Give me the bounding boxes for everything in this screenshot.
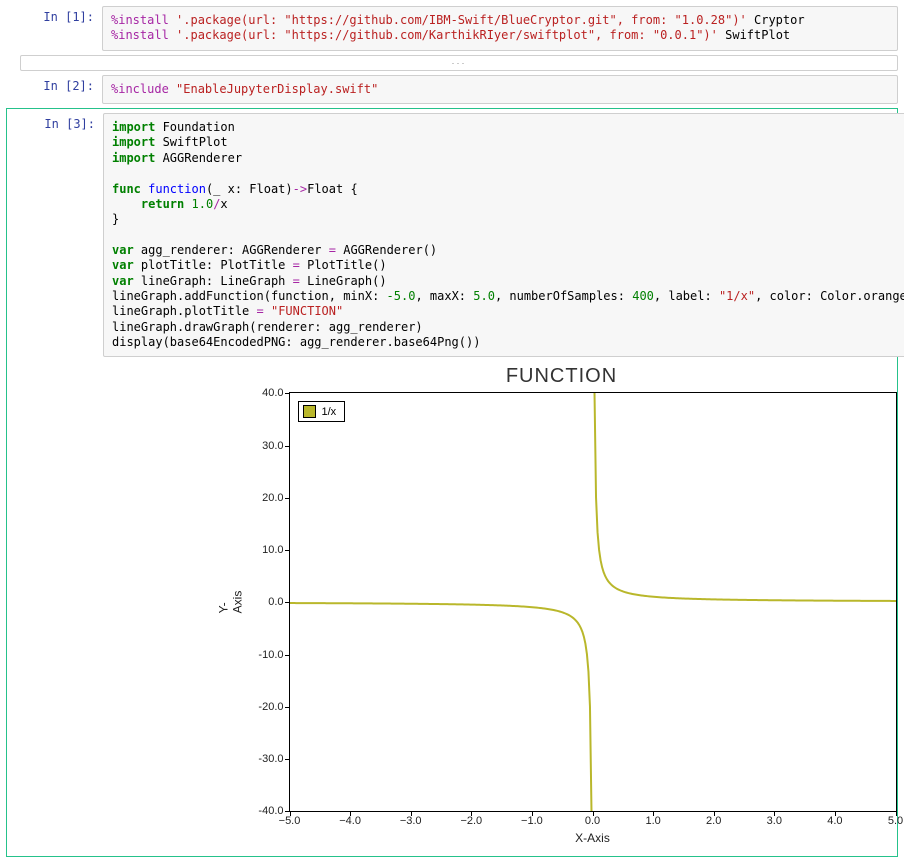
y-tick-label: -20.0 <box>258 701 289 713</box>
var-decl: plotTitle: PlotTitle <box>134 258 293 272</box>
code-cell-1[interactable]: In [1]: %install '.package(url: "https:/… <box>6 6 898 51</box>
func-name: function <box>141 182 206 196</box>
kw-func: func <box>112 182 141 196</box>
chart-title: FUNCTION <box>217 365 904 388</box>
notebook: In [1]: %install '.package(url: "https:/… <box>0 0 904 865</box>
output-area: FUNCTION 1/x X-Axis Y-Axis -40.0-30.0-20… <box>199 365 904 852</box>
call-addfunction: lineGraph.addFunction(function, minX: <box>112 289 387 303</box>
y-tick-label: 30.0 <box>262 440 289 452</box>
assign-plottitle: lineGraph.plotTitle <box>112 304 257 318</box>
arg-label: , label: <box>654 289 719 303</box>
brace-close: } <box>112 212 119 226</box>
func-sig: (_ x: Float) <box>206 182 293 196</box>
var-decl: lineGraph: LineGraph <box>134 274 293 288</box>
code-input[interactable]: %include "EnableJupyterDisplay.swift" <box>102 75 898 104</box>
kw-import: import <box>112 135 155 149</box>
x-tick-label: 3.0 <box>767 811 782 827</box>
kw-import: import <box>112 151 155 165</box>
kw-var: var <box>112 243 134 257</box>
kw-import: import <box>112 120 155 134</box>
lit-num: 400 <box>632 289 654 303</box>
x-tick-label: −4.0 <box>339 811 361 827</box>
lit-num: 1.0 <box>192 197 214 211</box>
x-tick-label: 0.0 <box>585 811 600 827</box>
y-tick-label: 10.0 <box>262 544 289 556</box>
input-prompt: In [3]: <box>7 113 103 852</box>
module-name-2: SwiftPlot <box>718 28 790 42</box>
op-arrow: -> <box>293 182 307 196</box>
import-module: AGGRenderer <box>155 151 242 165</box>
ctor: LineGraph() <box>300 274 387 288</box>
y-tick-label: 20.0 <box>262 492 289 504</box>
y-tick-label: 0.0 <box>268 596 289 608</box>
x-tick-label: 1.0 <box>645 811 660 827</box>
magic-install: %install <box>111 13 176 27</box>
op-eq: = <box>257 304 264 318</box>
legend-label: 1/x <box>322 406 337 418</box>
y-tick-label: -10.0 <box>258 649 289 661</box>
x-tick-label: 5.0 <box>888 811 903 827</box>
import-module: SwiftPlot <box>155 135 227 149</box>
legend-swatch-icon <box>303 405 316 418</box>
kw-return: return <box>141 197 184 211</box>
x-tick-label: −5.0 <box>279 811 301 827</box>
func-ret: Float { <box>307 182 358 196</box>
import-module: Foundation <box>155 120 234 134</box>
series-line-1-over-x <box>290 393 896 811</box>
plot-svg <box>290 393 896 811</box>
x-tick-label: 2.0 <box>706 811 721 827</box>
chart: FUNCTION 1/x X-Axis Y-Axis -40.0-30.0-20… <box>217 365 904 852</box>
y-tick-label: 40.0 <box>262 387 289 399</box>
x-tick-label: −2.0 <box>460 811 482 827</box>
x-axis-label: X-Axis <box>575 831 610 845</box>
y-axis-label: Y-Axis <box>216 591 244 614</box>
kw-var: var <box>112 274 134 288</box>
var-x: x <box>220 197 227 211</box>
code-input[interactable]: import Foundation import SwiftPlot impor… <box>103 113 904 357</box>
kw-var: var <box>112 258 134 272</box>
ctor: PlotTitle() <box>300 258 387 272</box>
plot-area: 1/x X-Axis Y-Axis -40.0-30.0-20.0-10.00.… <box>289 392 897 812</box>
code-cell-3-running[interactable]: In [3]: import Foundation import SwiftPl… <box>6 108 898 857</box>
lit-str: "1/x" <box>719 289 755 303</box>
input-prompt: In [1]: <box>6 6 102 51</box>
x-tick-label: −3.0 <box>400 811 422 827</box>
magic-install: %install <box>111 28 176 42</box>
op-eq: = <box>293 274 300 288</box>
op-eq: = <box>293 258 300 272</box>
x-tick-label: 4.0 <box>827 811 842 827</box>
output-collapser[interactable]: ··· <box>20 55 898 71</box>
module-name-1: Cryptor <box>747 13 805 27</box>
lit-num: 5.0 <box>473 289 495 303</box>
call-display: display(base64EncodedPNG: agg_renderer.b… <box>112 335 480 349</box>
arg-label: , maxX: <box>415 289 473 303</box>
arg-color: , color: Color.orange) <box>755 289 904 303</box>
pkg-spec-2: '.package(url: "https://github.com/Karth… <box>176 28 718 42</box>
y-tick-label: -30.0 <box>258 753 289 765</box>
include-path: "EnableJupyterDisplay.swift" <box>176 82 378 96</box>
magic-include: %include <box>111 82 176 96</box>
lit-num: -5.0 <box>387 289 416 303</box>
x-tick-label: −1.0 <box>521 811 543 827</box>
pkg-spec-1: '.package(url: "https://github.com/IBM-S… <box>176 13 747 27</box>
cell-output: FUNCTION 1/x X-Axis Y-Axis -40.0-30.0-20… <box>103 365 904 852</box>
var-decl: agg_renderer: AGGRenderer <box>134 243 329 257</box>
input-prompt: In [2]: <box>6 75 102 104</box>
code-input[interactable]: %install '.package(url: "https://github.… <box>102 6 898 51</box>
op-eq: = <box>329 243 336 257</box>
ctor: AGGRenderer() <box>336 243 437 257</box>
arg-label: , numberOfSamples: <box>495 289 632 303</box>
call-drawgraph: lineGraph.drawGraph(renderer: agg_render… <box>112 320 423 334</box>
code-cell-2[interactable]: In [2]: %include "EnableJupyterDisplay.s… <box>6 75 898 104</box>
lit-str: "FUNCTION" <box>271 304 343 318</box>
legend: 1/x <box>298 401 346 422</box>
